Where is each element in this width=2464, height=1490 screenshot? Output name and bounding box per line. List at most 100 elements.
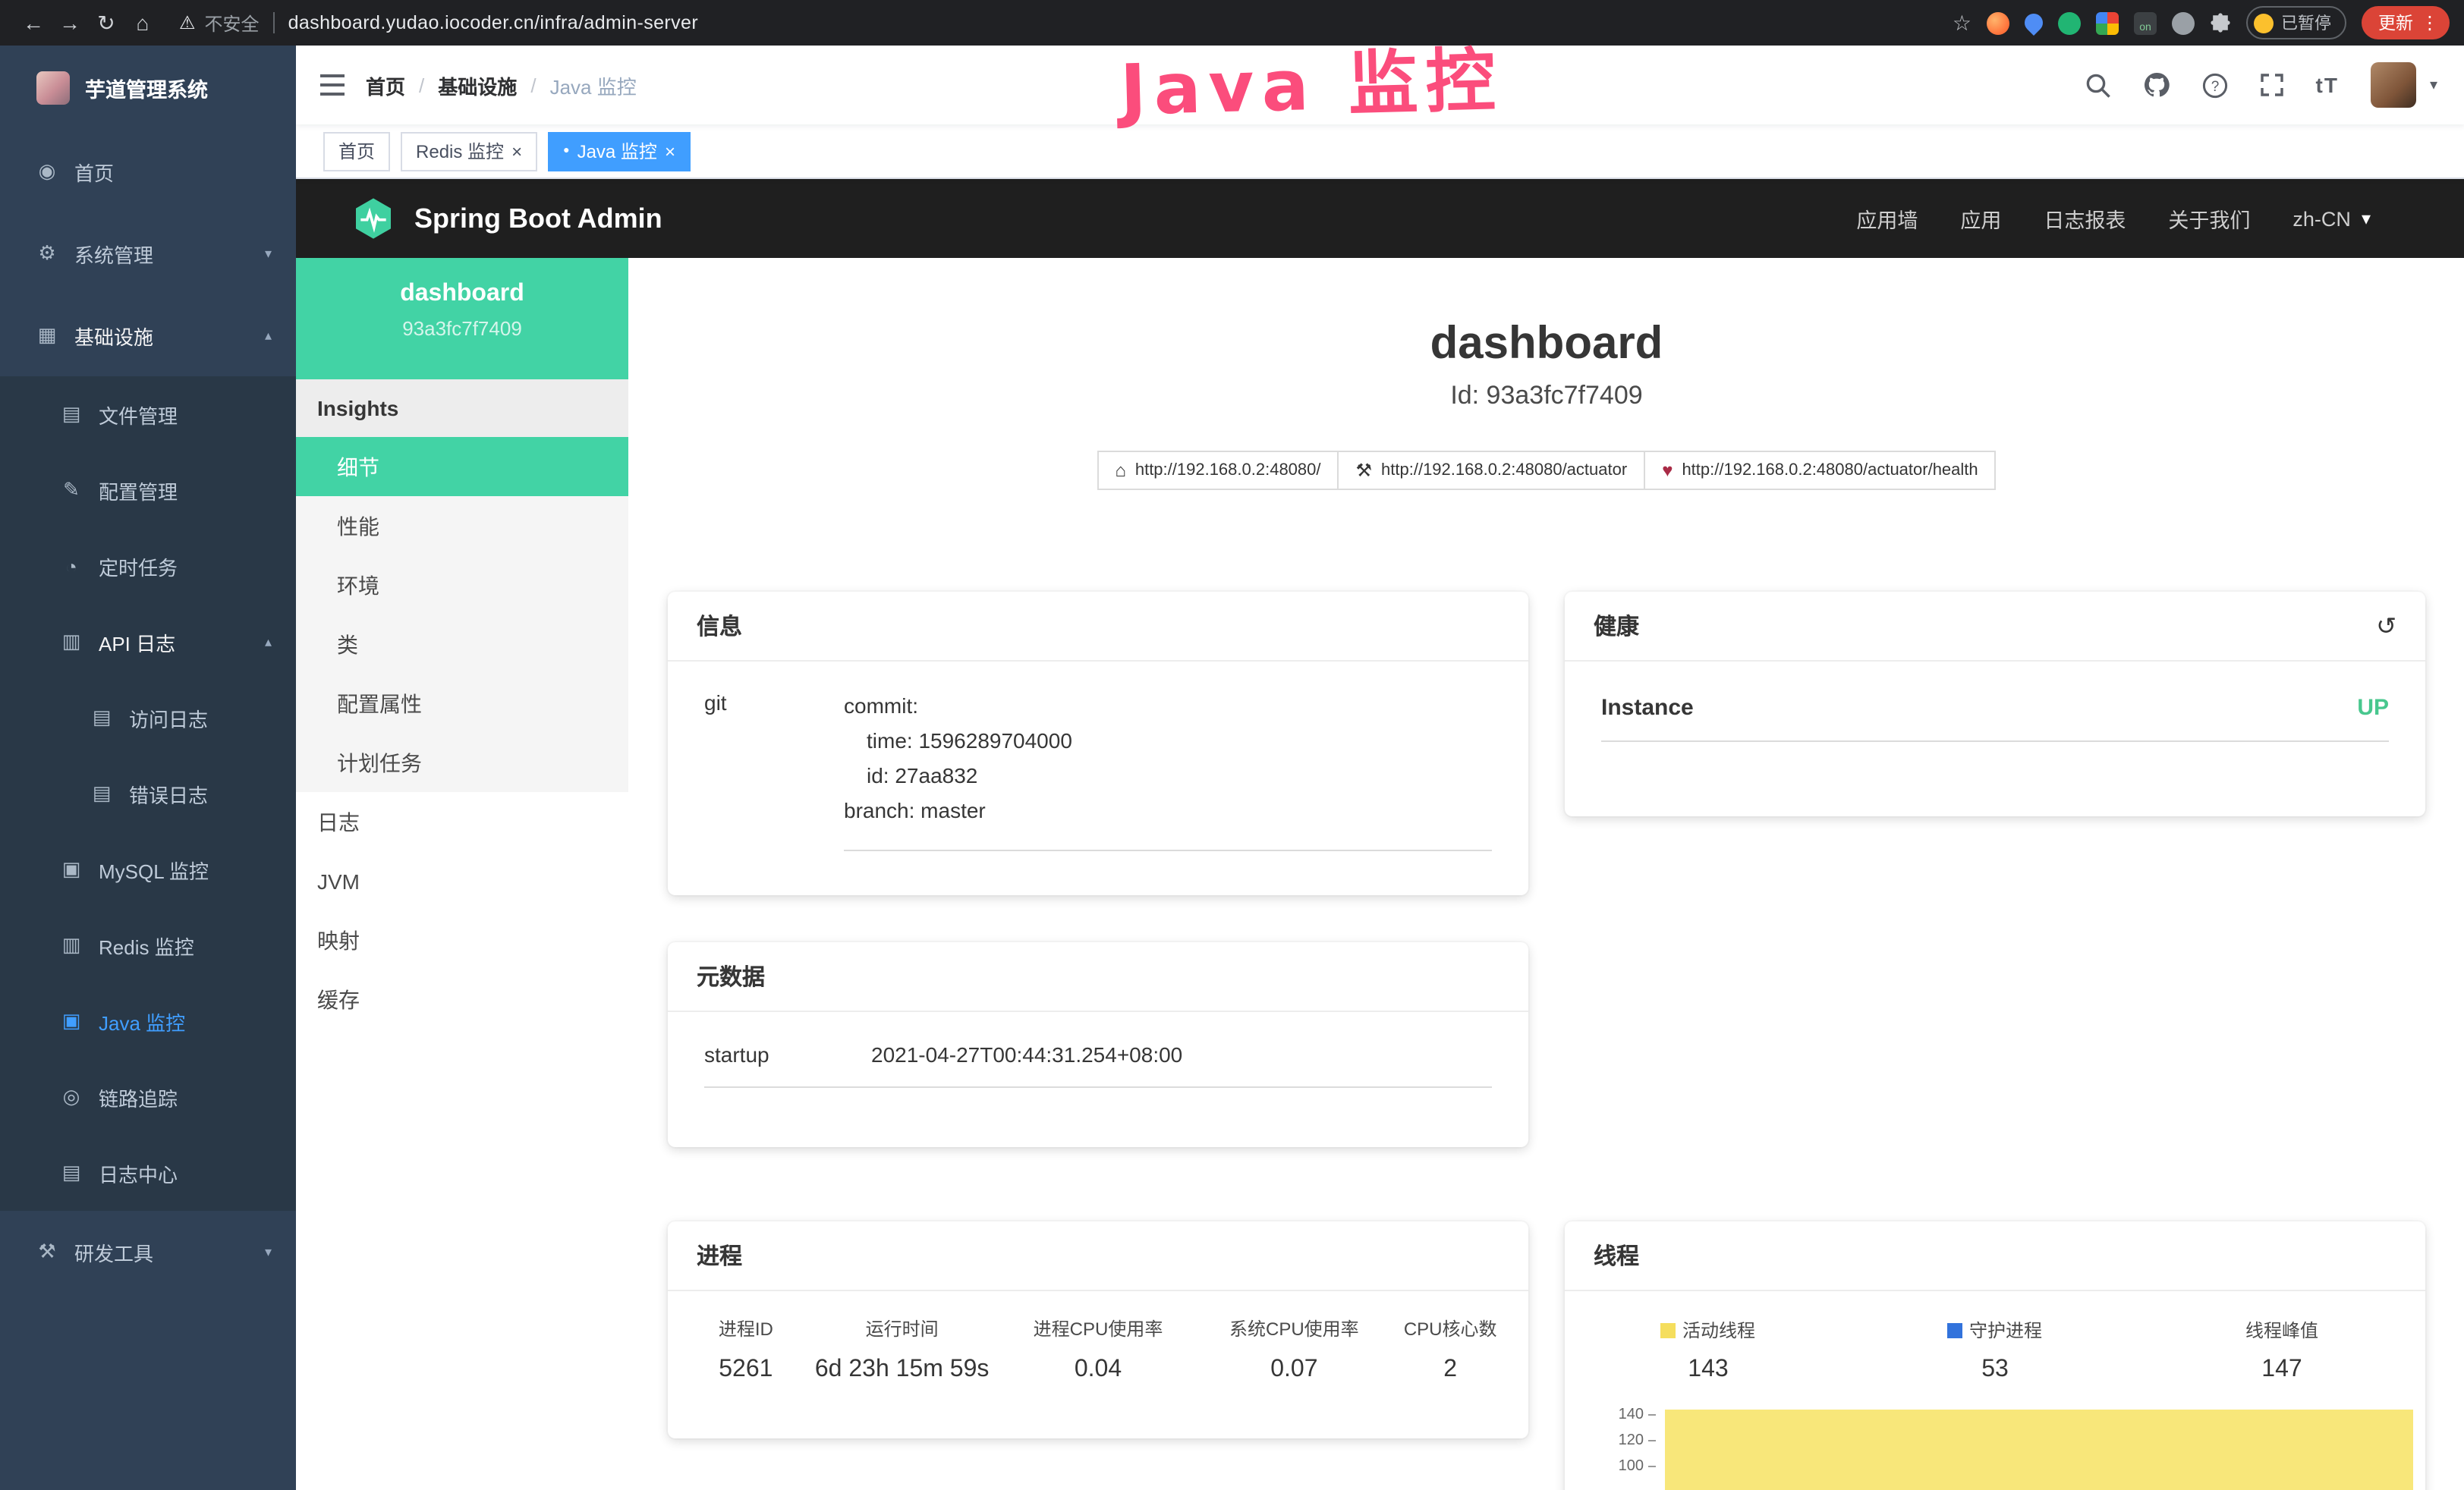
browser-menu-icon[interactable]: ⋮	[2421, 12, 2439, 33]
service-url-link[interactable]: ⌂ http://192.168.0.2:48080/	[1097, 451, 1339, 490]
actuator-url-link[interactable]: ⚒ http://192.168.0.2:48080/actuator	[1338, 451, 1646, 490]
bookmark-star-icon[interactable]: ☆	[1953, 10, 1972, 36]
fullscreen-icon[interactable]	[2260, 73, 2284, 97]
sba-item-classes[interactable]: 类	[296, 615, 628, 674]
hamburger-icon[interactable]	[296, 74, 366, 96]
fox-extension-icon[interactable]	[1987, 11, 2009, 34]
drop-extension-icon[interactable]	[2021, 10, 2047, 36]
sidebar-item-mysql-monitor[interactable]: ▣ MySQL 监控	[0, 831, 296, 907]
app-logo[interactable]: 芋道管理系统	[0, 46, 296, 130]
browser-update-button[interactable]: 更新 ⋮	[2362, 6, 2450, 39]
threads-card-title: 线程	[1565, 1221, 2425, 1291]
history-icon[interactable]: ↺	[2376, 611, 2396, 641]
sidebar-item-infrastructure[interactable]: ▦ 基础设施 ▴	[0, 294, 296, 376]
tab-redis-monitor[interactable]: Redis 监控 ×	[401, 131, 537, 171]
sba-item-config-props[interactable]: 配置属性	[296, 674, 628, 733]
process-card: 进程 进程ID 5261 运行时间 6d 23h 15m 59s 进程CPU使用…	[668, 1221, 1528, 1438]
tab-java-monitor[interactable]: ● Java 监控 ×	[548, 131, 691, 171]
user-avatar[interactable]	[2371, 62, 2416, 108]
sba-instance-block[interactable]: dashboard 93a3fc7f7409	[296, 258, 628, 379]
close-icon[interactable]: ×	[665, 142, 675, 160]
user-caret-down-icon[interactable]: ▾	[2430, 77, 2437, 93]
info-value: commit: time: 1596289704000 id: 27aa832 …	[844, 689, 1492, 851]
help-icon[interactable]: ?	[2202, 72, 2228, 98]
tools-icon: ⚒	[33, 1240, 61, 1264]
address-bar-url[interactable]: dashboard.yudao.iocoder.cn/infra/admin-s…	[288, 12, 699, 33]
app-title: 芋道管理系统	[85, 73, 208, 103]
sba-item-logs[interactable]: 日志	[296, 792, 628, 851]
sba-item-environment[interactable]: 环境	[296, 555, 628, 615]
profile-paused-chip[interactable]: 已暂停	[2246, 6, 2346, 39]
sba-nav-language[interactable]: zh-CN ▾	[2292, 207, 2371, 230]
sba-nav-about[interactable]: 关于我们	[2168, 203, 2250, 234]
forward-icon[interactable]: →	[52, 3, 88, 42]
tab-home[interactable]: 首页	[323, 131, 390, 171]
sba-item-scheduled-tasks[interactable]: 计划任务	[296, 733, 628, 792]
breadcrumb-infrastructure[interactable]: 基础设施	[438, 71, 517, 99]
sba-item-caches[interactable]: 缓存	[296, 970, 628, 1029]
sba-instance-name: dashboard	[296, 281, 628, 308]
timer-icon: ◔	[58, 555, 85, 577]
home-icon[interactable]: ⌂	[124, 3, 161, 42]
sidebar-item-label: 研发工具	[74, 1237, 153, 1266]
infrastructure-submenu: ▤ 文件管理 ✎ 配置管理 ◔ 定时任务 ▥ API 日志 ▴ ▤ 访问日志 ▤	[0, 376, 296, 1211]
search-icon[interactable]	[2085, 72, 2111, 98]
sidebar-item-redis-monitor[interactable]: ▥ Redis 监控	[0, 907, 296, 983]
blue-swatch-icon	[1948, 1322, 1963, 1338]
sidebar-item-dev-tools[interactable]: ⚒ 研发工具 ▾	[0, 1211, 296, 1293]
sidebar-item-home[interactable]: ◉ 首页	[0, 130, 296, 212]
info-key: git	[704, 689, 844, 851]
sba-nav-journal[interactable]: 日志报表	[2044, 203, 2126, 234]
sidebar-item-config-management[interactable]: ✎ 配置管理	[0, 452, 296, 528]
health-row-label: Instance	[1601, 695, 1694, 721]
home-link-icon: ⌂	[1115, 460, 1126, 481]
mysql-icon: ▣	[58, 857, 85, 882]
sidebar-item-system[interactable]: ⚙ 系统管理 ▾	[0, 212, 296, 294]
active-threads-area	[1665, 1410, 2413, 1490]
sba-item-jvm[interactable]: JVM	[296, 851, 628, 910]
sidebar-item-label: MySQL 监控	[99, 855, 209, 884]
sidebar-item-error-logs[interactable]: ▤ 错误日志	[0, 756, 296, 831]
sidebar-item-java-monitor[interactable]: ▣ Java 监控	[0, 983, 296, 1059]
sba-sidebar: dashboard 93a3fc7f7409 Insights 细节 性能 环境…	[296, 258, 628, 1490]
tab-label: Redis 监控	[416, 138, 504, 164]
sidebar-item-label: 日志中心	[99, 1158, 178, 1187]
extensions-puzzle-icon[interactable]	[2210, 12, 2231, 33]
on-switch-extension-icon[interactable]: on	[2134, 11, 2157, 34]
grid-extension-icon[interactable]	[2096, 11, 2119, 34]
sidebar-item-scheduled-tasks[interactable]: ◔ 定时任务	[0, 528, 296, 604]
font-size-icon[interactable]: tT	[2316, 73, 2339, 97]
breadcrumb-current: Java 监控	[550, 71, 637, 99]
github-icon[interactable]	[2143, 71, 2170, 99]
monitor-icon: ▦	[33, 323, 61, 347]
sba-item-performance[interactable]: 性能	[296, 496, 628, 555]
sba-item-details[interactable]: 细节	[296, 437, 628, 496]
java-monitor-icon: ▣	[58, 1009, 85, 1033]
sidebar-item-tracing[interactable]: ◎ 链路追踪	[0, 1059, 296, 1135]
stat-pid: 进程ID 5261	[686, 1316, 806, 1384]
git-commit-label: commit:	[844, 693, 918, 718]
green-extension-icon[interactable]	[2058, 11, 2081, 34]
instance-links: ⌂ http://192.168.0.2:48080/ ⚒ http://192…	[628, 451, 2464, 490]
sidebar-item-file-management[interactable]: ▤ 文件管理	[0, 376, 296, 452]
sidebar-item-log-center[interactable]: ▤ 日志中心	[0, 1135, 296, 1211]
gray-extension-icon[interactable]	[2172, 11, 2195, 34]
health-url-link[interactable]: ♥ http://192.168.0.2:48080/actuator/heal…	[1644, 451, 1996, 490]
profile-avatar-icon	[2254, 13, 2274, 33]
browser-toolbar-right: ☆ on 已暂停 更新 ⋮	[1953, 6, 2450, 39]
reload-icon[interactable]: ↻	[88, 3, 124, 42]
breadcrumb-home[interactable]: 首页	[366, 71, 405, 99]
sidebar-item-label: 访问日志	[129, 703, 208, 732]
threads-legend: 活动线程 143 守护进程 53 线程峰值 147	[1565, 1291, 2425, 1384]
sba-nav-applications[interactable]: 应用	[1960, 203, 2001, 234]
access-log-icon: ▤	[88, 706, 115, 730]
instance-subtitle: Id: 93a3fc7f7409	[628, 381, 2464, 411]
sidebar-item-access-logs[interactable]: ▤ 访问日志	[0, 680, 296, 756]
sba-nav-wallboard[interactable]: 应用墙	[1856, 203, 1918, 234]
site-security-chip[interactable]: ⚠ 不安全	[179, 10, 260, 36]
sidebar-item-api-logs[interactable]: ▥ API 日志 ▴	[0, 604, 296, 680]
close-icon[interactable]: ×	[511, 142, 522, 160]
sba-item-mappings[interactable]: 映射	[296, 910, 628, 970]
back-icon[interactable]: ←	[15, 3, 52, 42]
git-branch: branch: master	[844, 798, 986, 822]
